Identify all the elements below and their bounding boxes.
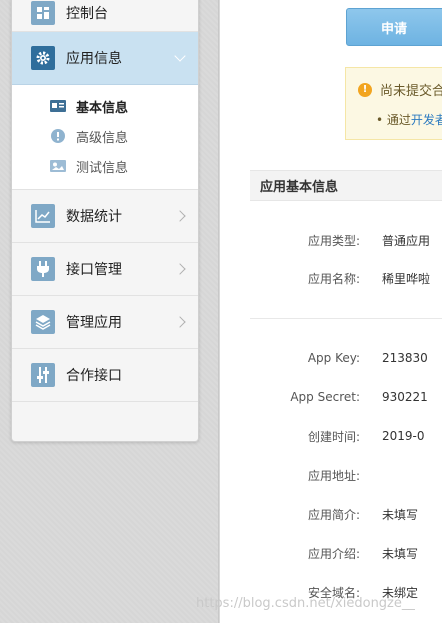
notice-text-prefix: 通过 — [386, 113, 411, 127]
field-created-time: 创建时间: 2019-0 — [250, 426, 442, 446]
warning-icon: ! — [358, 82, 372, 97]
field-value: 2019-0 — [382, 429, 425, 443]
field-label: 应用简介: — [307, 507, 360, 522]
sidebar-sub-item-test-info[interactable]: 测试信息 — [12, 151, 198, 181]
field-value: 稀里哗啦 — [382, 271, 431, 286]
field-app-description: 应用介绍: 未填写 — [250, 543, 442, 563]
apply-button[interactable]: 申请 — [346, 8, 442, 46]
chevron-down-icon — [174, 50, 186, 62]
chart-icon — [31, 204, 55, 228]
chevron-right-icon — [174, 210, 186, 222]
warning-notice: ! 尚未提交合 • 通过开发者 — [345, 67, 442, 140]
field-label: App Secret: — [290, 390, 360, 404]
sidebar-sub-list: 基本信息 高级信息 测试信息 — [12, 85, 198, 190]
watermark: https://blog.csdn.net/xiedongze__ — [196, 596, 415, 611]
field-app-key: App Key: 213830 — [250, 348, 442, 368]
sidebar-item-api-management[interactable]: 接口管理 — [12, 243, 198, 296]
sidebar-item-label: 接口管理 — [66, 262, 122, 278]
field-label: 应用地址: — [307, 468, 360, 483]
sidebar-sub-item-label: 高级信息 — [76, 130, 129, 146]
chevron-right-icon — [174, 263, 186, 275]
field-label: App Key: — [307, 351, 360, 365]
sidebar-item-label: 控制台 — [66, 6, 108, 22]
image-icon — [50, 159, 66, 173]
field-app-name: 应用名称: 稀里哗啦 — [250, 268, 442, 288]
developer-link[interactable]: 开发者 — [411, 113, 442, 127]
divider — [250, 318, 442, 319]
sidebar-item-manage-apps[interactable]: 管理应用 — [12, 296, 198, 349]
sidebar-item-partner-api[interactable]: 合作接口 — [12, 349, 198, 402]
sidebar-item-label: 应用信息 — [66, 51, 122, 67]
field-app-type: 应用类型: 普通应用 — [250, 230, 442, 250]
field-app-secret: App Secret: 930221 — [250, 387, 442, 407]
dashboard-icon — [31, 1, 55, 25]
field-value: 普通应用 — [382, 233, 431, 248]
field-value: 930221 — [382, 390, 428, 404]
field-label: 创建时间: — [307, 429, 360, 444]
sidebar-item-label: 数据统计 — [66, 209, 122, 225]
field-label: 应用名称: — [307, 271, 360, 286]
chevron-right-icon — [174, 316, 186, 328]
sidebar-item-app-info[interactable]: 应用信息 — [12, 32, 198, 85]
main-content: 申请 ! 尚未提交合 • 通过开发者 应用基本信息 应用类型: 普通应用 应用名… — [220, 0, 442, 623]
field-value: 未填写 — [382, 507, 419, 522]
notice-text: 尚未提交合 — [380, 84, 442, 99]
sidebar-sub-item-label: 测试信息 — [76, 160, 129, 176]
field-value: 未填写 — [382, 546, 419, 561]
sidebar-item-console[interactable]: 控制台 — [12, 0, 198, 32]
sidebar: 控制台 应用信息 基本信息 高级信息 测试信息 数据统计 接口管理 管理应用 合… — [11, 0, 199, 442]
sidebar-sub-item-advanced-info[interactable]: 高级信息 — [12, 121, 198, 151]
sidebar-item-label: 合作接口 — [66, 368, 122, 384]
plug-icon — [31, 257, 55, 281]
field-value: 213830 — [382, 351, 428, 365]
section-title: 应用基本信息 — [250, 170, 442, 201]
sidebar-item-data-stats[interactable]: 数据统计 — [12, 190, 198, 243]
field-label: 应用类型: — [307, 233, 360, 248]
exclamation-icon — [50, 129, 66, 143]
field-label: 应用介绍: — [307, 546, 360, 561]
sidebar-sub-item-basic-info[interactable]: 基本信息 — [12, 91, 198, 121]
sidebar-item-label: 管理应用 — [66, 315, 122, 331]
sidebar-sub-item-label: 基本信息 — [76, 100, 129, 116]
field-app-url: 应用地址: — [250, 465, 442, 485]
bullet-icon: • — [376, 113, 387, 127]
id-card-icon — [50, 99, 66, 113]
field-app-summary: 应用简介: 未填写 — [250, 504, 442, 524]
gear-icon — [31, 46, 55, 70]
layers-icon — [31, 310, 55, 334]
sliders-icon — [31, 363, 55, 387]
